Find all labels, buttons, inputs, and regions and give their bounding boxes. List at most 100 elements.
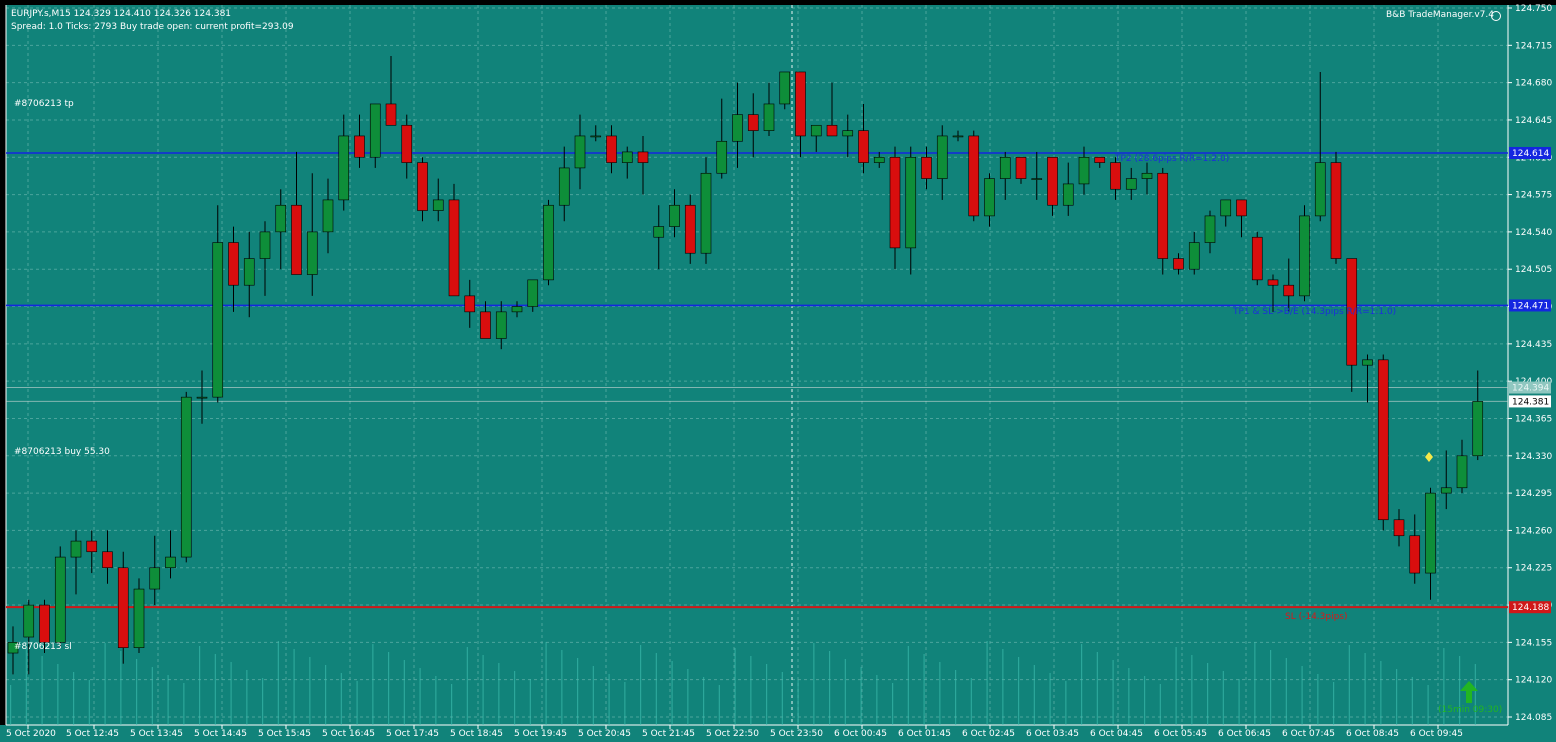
volume-bar (561, 650, 563, 725)
volume-bar (1411, 677, 1413, 725)
volume-bar (1002, 649, 1004, 725)
volume-bar (1427, 685, 1429, 725)
candle-body (795, 71, 806, 137)
candle-body (1094, 156, 1106, 163)
volume-bar (10, 685, 12, 725)
volume-bar (388, 652, 390, 725)
volume-bar (1112, 660, 1114, 725)
volume-bar (41, 656, 43, 725)
x-tick-label: 6 Oct 00:45 (834, 729, 887, 739)
volume-bar (860, 667, 862, 725)
candle-body (1078, 156, 1090, 185)
volume-bar (1191, 655, 1193, 725)
candle-body (432, 199, 444, 211)
x-tick-label: 6 Oct 09:45 (1410, 729, 1463, 739)
y-tick-label: 124.645 (1515, 116, 1552, 126)
volume-bar (167, 675, 169, 725)
x-tick-label: 5 Oct 19:45 (514, 729, 567, 739)
candle-body (1047, 156, 1058, 206)
candle-body (1440, 487, 1452, 494)
sl-line-label: SL (-14.3pips) (1285, 612, 1348, 622)
candle (1157, 167, 1169, 275)
candle-body (259, 231, 271, 259)
indicator-label: B&B TradeManager.v7.4 (1386, 10, 1494, 20)
candle-body (86, 540, 98, 553)
volume-bar (25, 648, 27, 725)
x-tick-label: 5 Oct 16:45 (322, 729, 375, 739)
candle-body (1472, 401, 1484, 457)
y-tick-label: 124.260 (1515, 526, 1552, 536)
x-tick-label: 5 Oct 2020 (6, 729, 56, 739)
candle-body (1110, 162, 1121, 190)
y-tick-label: 124.505 (1515, 265, 1552, 275)
volume-bar (640, 645, 642, 725)
chart-window[interactable]: 124.750124.715124.680124.645124.610124.5… (0, 0, 1556, 742)
volume-bar (498, 663, 500, 725)
x-tick-label: 6 Oct 01:45 (898, 729, 951, 739)
price-chart[interactable]: 124.750124.715124.680124.645124.610124.5… (0, 0, 1556, 742)
volume-bar (750, 656, 752, 725)
volume-bar (923, 654, 925, 725)
volume-bar (1033, 665, 1035, 725)
x-tick-label: 5 Oct 12:45 (66, 729, 119, 739)
candle-body (1425, 492, 1436, 574)
candle-body (464, 295, 476, 313)
candle-body (322, 199, 334, 233)
y-tick-label: 124.365 (1515, 414, 1552, 424)
candle (968, 130, 980, 222)
candle (1330, 151, 1342, 264)
volume-bar (340, 673, 342, 725)
volume-bar (592, 666, 594, 725)
volume-bar (734, 648, 736, 725)
volume-bar (1159, 684, 1161, 725)
candle-body (543, 204, 554, 281)
volume-bar (545, 642, 547, 725)
volume-bar (624, 682, 626, 725)
candle-body (70, 540, 82, 558)
volume-bar (88, 680, 90, 725)
candle-body (921, 156, 932, 179)
price-axis-background (1508, 5, 1556, 725)
candle-body (243, 258, 255, 286)
volume-bar (277, 641, 279, 725)
volume-bar (1018, 657, 1020, 725)
candle-body (936, 135, 948, 179)
candle-body (842, 130, 854, 137)
candle-body (196, 396, 208, 399)
candle-body (747, 114, 759, 131)
y-tick-label: 124.540 (1515, 228, 1552, 238)
candle-body (275, 204, 287, 233)
candle (779, 71, 791, 110)
sl-price-tag: 124.188 (1512, 603, 1549, 613)
candle-body (653, 226, 665, 238)
volume-bar (1222, 671, 1224, 725)
volume-bar (372, 644, 374, 725)
y-tick-label: 124.750 (1515, 4, 1552, 14)
volume-bar (766, 664, 768, 725)
candle-body (873, 156, 885, 163)
candle-body (54, 556, 66, 643)
volume-bar (1096, 652, 1098, 725)
volume-bar (577, 658, 579, 725)
candle-body (1031, 178, 1043, 180)
x-tick-label: 5 Oct 20:45 (578, 729, 631, 739)
volume-bar (1081, 644, 1083, 725)
candle (700, 157, 712, 264)
volume-bar (1364, 653, 1366, 725)
candle-body (606, 135, 617, 163)
volume-bar (655, 653, 657, 725)
candle (117, 551, 129, 664)
y-tick-label: 124.155 (1515, 638, 1552, 648)
x-tick-label: 5 Oct 22:50 (706, 729, 759, 739)
entry-price-tag: 124.394 (1512, 384, 1549, 394)
candle-body (1283, 284, 1295, 297)
volume-bar (214, 654, 216, 725)
candle (133, 578, 145, 654)
candle-body (291, 204, 302, 275)
volume-bar (293, 649, 295, 725)
candle-body (495, 311, 507, 339)
candle-body (1330, 162, 1342, 259)
candle-body (306, 231, 318, 275)
x-tick-label: 6 Oct 07:45 (1282, 729, 1335, 739)
plot-background (6, 5, 1508, 725)
